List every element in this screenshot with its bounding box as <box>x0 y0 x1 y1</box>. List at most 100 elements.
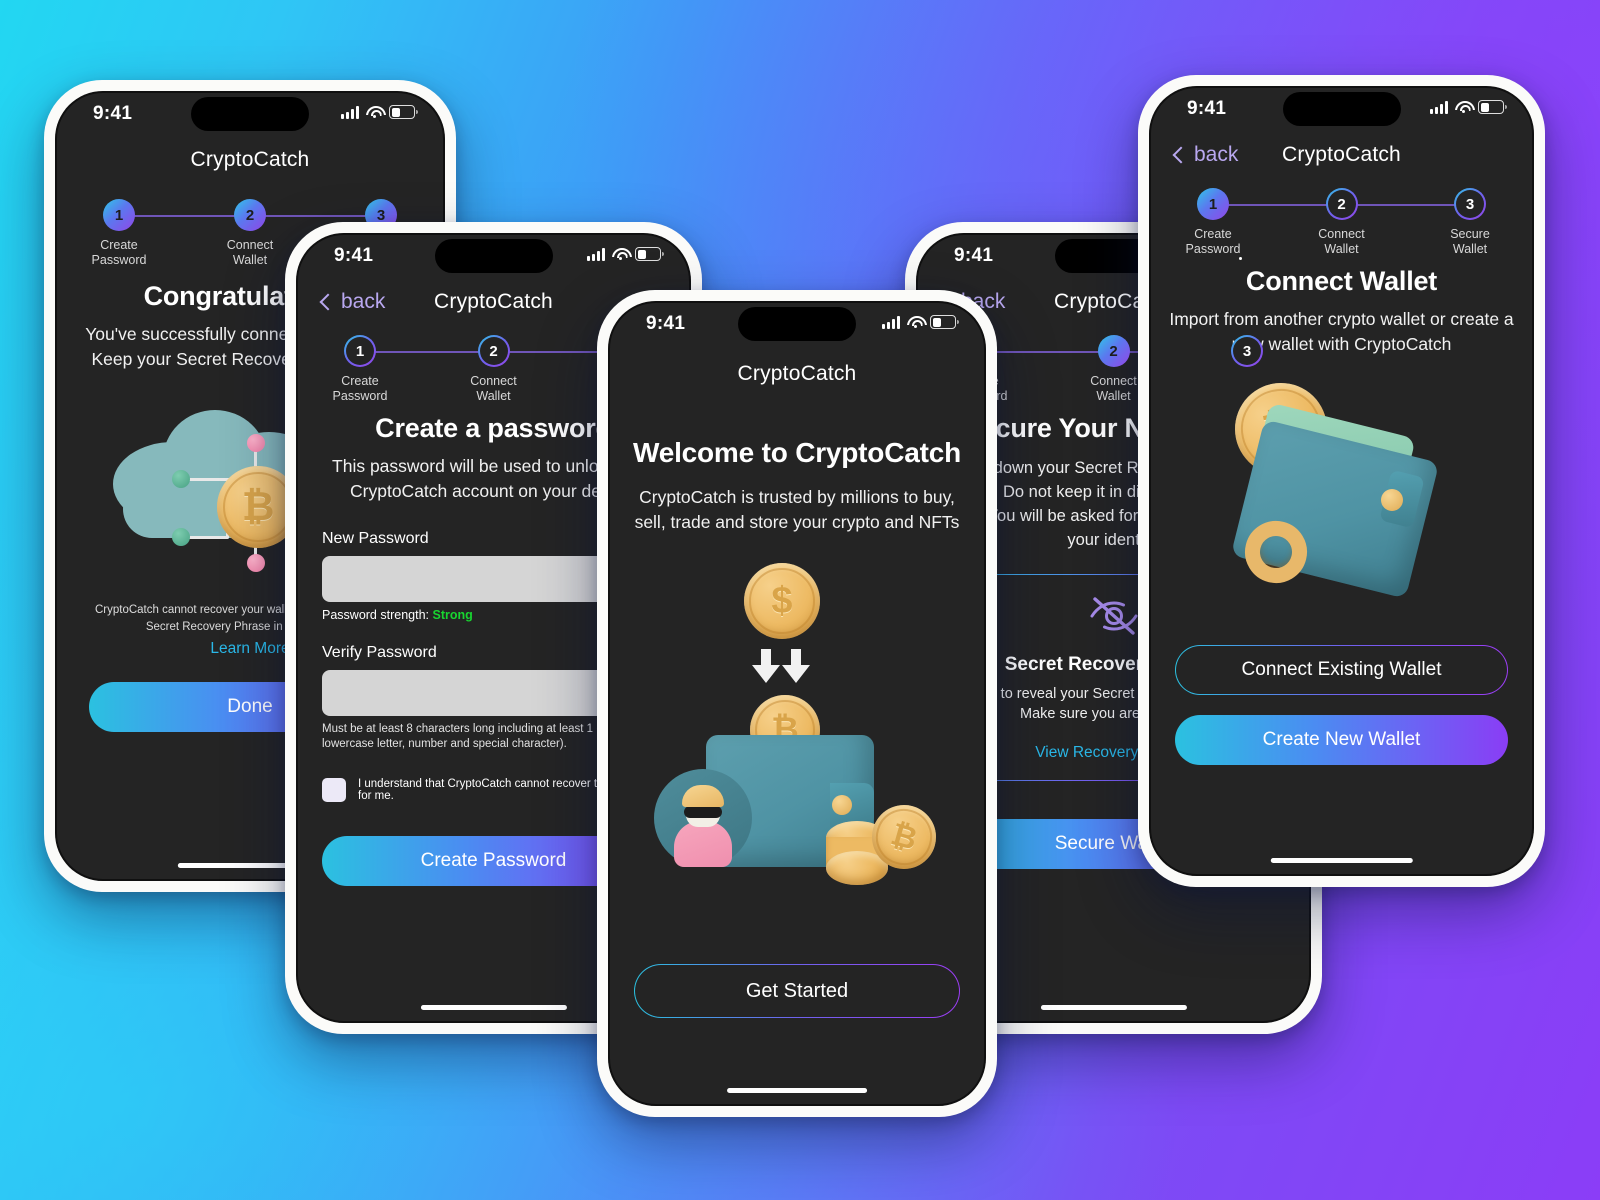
step-2-label: Connect Wallet <box>470 374 517 404</box>
step-connect-wallet[interactable]: 2 Connect Wallet <box>448 335 540 404</box>
screen-connect-wallet: 9:41 back CryptoCatch 1 Create Password … <box>1149 86 1534 876</box>
wifi-icon <box>612 248 628 260</box>
status-time: 9:41 <box>646 313 686 334</box>
create-new-wallet-button[interactable]: Create New Wallet <box>1175 715 1508 765</box>
dynamic-island <box>434 239 553 273</box>
dynamic-island <box>191 97 309 131</box>
consent-checkbox[interactable] <box>322 778 346 802</box>
wifi-icon <box>366 106 382 118</box>
cellular-signal-icon <box>341 105 359 119</box>
step-create-password[interactable]: 1 Create Password <box>1167 188 1259 257</box>
step-2-line2: Wallet <box>1324 242 1359 256</box>
get-started-button[interactable]: Get Started <box>634 964 960 1018</box>
step-secure-wallet[interactable]: 3 Secure Wallet <box>1424 188 1516 257</box>
battery-icon <box>389 105 418 119</box>
step-connect-wallet[interactable]: 2 Connect Wallet <box>1296 188 1388 257</box>
step-2-label: Connect Wallet <box>1318 227 1365 257</box>
step-3-line2: Wallet <box>1452 242 1488 256</box>
page-subtitle: CryptoCatch is trusted by millions to bu… <box>634 487 960 532</box>
step-2-badge: 2 <box>234 199 266 231</box>
phone-connect-wallet: 9:41 back CryptoCatch 1 Create Password … <box>1138 75 1545 887</box>
avatar-body <box>674 821 732 867</box>
step-2-line2: Wallet <box>232 253 268 267</box>
avatar-sunglasses <box>684 806 722 818</box>
wallet-snap <box>832 795 852 815</box>
screen-welcome: 9:41 CryptoCatch Welcome to CryptoCatch … <box>608 301 986 1106</box>
nav-bar: CryptoCatch <box>608 351 986 397</box>
home-indicator <box>420 1005 567 1010</box>
step-1-badge: 1 <box>344 335 376 367</box>
step-3-badge: 3 <box>1454 188 1486 220</box>
step-2-badge: 2 <box>1097 335 1130 367</box>
dynamic-island <box>1282 92 1401 126</box>
step-1-line2: Password <box>332 389 388 403</box>
step-3-badge: 3 <box>1231 335 1263 367</box>
chevron-left-icon <box>1172 146 1190 164</box>
battery-icon <box>930 315 959 329</box>
home-indicator <box>1040 1005 1187 1010</box>
battery-icon <box>635 247 664 261</box>
step-1-line2: Password <box>1185 242 1241 256</box>
password-strength-label: Password strength: <box>322 608 429 622</box>
step-1-label: Create Password <box>333 374 388 404</box>
phone-welcome: 9:41 CryptoCatch Welcome to CryptoCatch … <box>597 290 997 1117</box>
eye-off-icon <box>1090 597 1137 635</box>
wallet-illustration: ₿ <box>1149 361 1534 621</box>
home-indicator <box>727 1088 867 1093</box>
step-2-line1: Connect <box>226 238 274 252</box>
step-1-line1: Create <box>100 238 138 252</box>
cellular-signal-icon <box>882 315 900 329</box>
dollar-coin: $ <box>744 563 820 639</box>
battery-icon <box>1478 100 1507 114</box>
step-2-line2: Wallet <box>476 389 511 403</box>
step-1-line1: Create <box>1194 227 1232 241</box>
status-icons <box>882 315 959 329</box>
down-arrows-icon <box>752 649 810 683</box>
status-bar: 9:41 <box>296 233 691 279</box>
step-2-label: Connect Wallet <box>1090 374 1137 404</box>
progress-stepper: 1 Create Password 2 Connect Wallet 3 <box>1149 188 1534 256</box>
back-label: back <box>341 290 386 313</box>
step-2-badge: 2 <box>478 335 510 367</box>
step-create-password[interactable]: 1 Create Password <box>73 199 165 268</box>
back-button[interactable]: back <box>319 290 386 314</box>
cellular-signal-icon <box>587 247 605 261</box>
step-3-line1: Secure <box>1450 227 1490 241</box>
app-title: CryptoCatch <box>1282 143 1401 166</box>
status-time: 9:41 <box>954 245 994 266</box>
step-1-badge: 1 <box>1197 188 1229 220</box>
home-indicator <box>1270 858 1413 863</box>
status-time: 9:41 <box>1187 98 1227 119</box>
connect-existing-wallet-button[interactable]: Connect Existing Wallet <box>1175 645 1508 695</box>
step-1-label: Create Password <box>92 238 147 268</box>
step-create-password[interactable]: 1 Create Password <box>314 335 406 404</box>
chevron-left-icon <box>319 293 337 311</box>
nav-bar: CryptoCatch <box>55 137 445 183</box>
status-bar: 9:41 <box>55 91 445 137</box>
status-time: 9:41 <box>93 103 133 124</box>
status-icons <box>341 105 418 119</box>
step-2-badge: 2 <box>1326 188 1358 220</box>
wallet-coins-illustration: $ ₿ ₿ <box>608 553 986 928</box>
app-title: CryptoCatch <box>434 290 553 313</box>
back-button[interactable]: back <box>1172 143 1239 167</box>
step-3-label: Secure Wallet <box>1450 227 1490 257</box>
dynamic-island <box>738 307 856 341</box>
back-label: back <box>1194 143 1239 166</box>
status-icons <box>1430 100 1507 114</box>
status-time: 9:41 <box>334 245 374 266</box>
wifi-icon <box>1455 101 1471 113</box>
step-1-badge: 1 <box>103 199 135 231</box>
step-2-line1: Connect <box>470 374 517 388</box>
step-1-label: Create Password <box>1186 227 1241 257</box>
step-2-line1: Connect <box>1090 374 1137 388</box>
status-bar: 9:41 <box>1149 86 1534 132</box>
status-icons <box>587 247 664 261</box>
app-title: CryptoCatch <box>737 362 857 385</box>
step-connect-wallet[interactable]: 2 Connect Wallet <box>204 199 296 268</box>
step-2-label: Connect Wallet <box>227 238 274 268</box>
nav-bar: back CryptoCatch <box>1149 132 1534 178</box>
page-subtitle: Import from another crypto wallet or cre… <box>1169 309 1514 354</box>
step-2-line1: Connect <box>1318 227 1365 241</box>
wifi-icon <box>907 316 923 328</box>
